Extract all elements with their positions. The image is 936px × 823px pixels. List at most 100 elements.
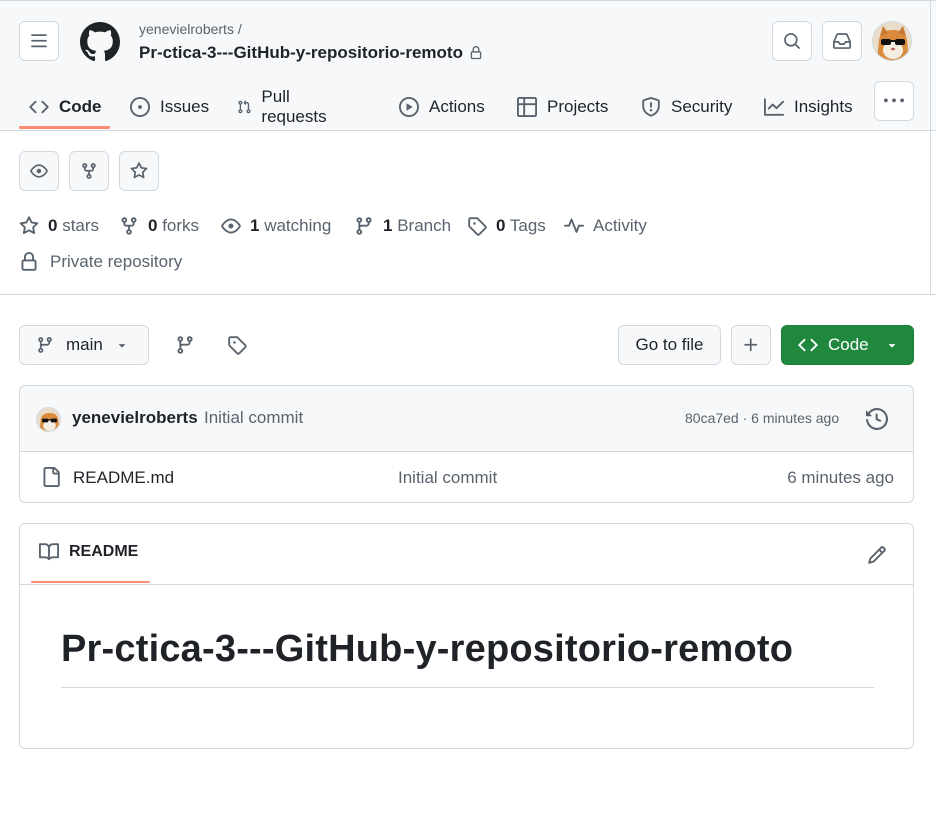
tags-button[interactable] [225, 333, 249, 357]
cat-avatar-icon [37, 408, 60, 431]
triangle-down-icon [118, 344, 126, 348]
lock-icon [21, 252, 37, 271]
top-border [0, 0, 936, 1]
star-button[interactable] [119, 151, 159, 191]
edit-readme-button[interactable] [865, 543, 889, 567]
tab-insights[interactable]: Insights [764, 84, 853, 130]
readme-tab[interactable]: README [39, 542, 138, 562]
code-button-label: Code [828, 335, 869, 354]
play-icon [399, 97, 419, 117]
branch-count: 1 [383, 216, 393, 235]
repo-forked-icon [82, 163, 96, 179]
private-label: Private repository [50, 252, 183, 271]
commit-author-avatar[interactable] [36, 407, 61, 432]
window-edge [930, 0, 931, 295]
git-branch-icon [356, 217, 372, 235]
tab-label: Projects [547, 97, 609, 116]
star-icon [130, 162, 148, 179]
search-icon [784, 33, 800, 49]
book-icon [39, 543, 59, 561]
github-logo-icon[interactable] [80, 22, 120, 62]
activity-label: Activity [593, 216, 647, 235]
watching-link[interactable]: 1 watching [221, 212, 331, 240]
watching-label: watching [264, 216, 332, 235]
tags-link[interactable]: 0 Tags [467, 212, 546, 240]
tab-label: Issues [160, 97, 210, 116]
tab-pull-requests[interactable]: Pull requests [237, 84, 332, 130]
file-icon [40, 466, 62, 488]
tab-projects[interactable]: Projects [517, 84, 608, 130]
code-icon [798, 338, 818, 352]
git-branch-icon [177, 336, 193, 354]
branch-label: Branch [397, 216, 452, 235]
forks-count: 0 [148, 216, 158, 235]
file-name-link[interactable]: README.md [73, 468, 174, 488]
tab-security[interactable]: Security [641, 84, 732, 130]
repo-forked-icon [121, 217, 137, 235]
commit-sha-time[interactable]: 80ca7ed · 6 minutes ago [685, 410, 839, 426]
tab-label: Actions [429, 97, 485, 116]
readme-heading: Pr-ctica-3---GitHub-y-repositorio-remoto [61, 628, 794, 670]
readme-panel: README Pr-ctica-3---GitHub-y-repositorio… [19, 523, 914, 749]
watch-button[interactable] [19, 151, 59, 191]
latest-commit-bar: yenevielroberts Initial commit 80ca7ed ·… [20, 386, 913, 452]
tab-actions[interactable]: Actions [399, 84, 485, 130]
repo-name-link[interactable]: Pr-ctica-3---GitHub-y-repositorio-remoto [139, 43, 463, 63]
star-icon [19, 216, 39, 235]
activity-link[interactable]: Activity [564, 212, 647, 240]
heading-rule [61, 687, 874, 688]
branch-name: main [66, 335, 103, 354]
commit-message[interactable]: Initial commit [204, 408, 303, 428]
branches-button[interactable] [173, 333, 197, 357]
inbox-button[interactable] [822, 21, 862, 61]
forks-link[interactable]: 0 forks [119, 212, 199, 240]
shield-icon [642, 97, 660, 117]
go-to-file-button[interactable]: Go to file [618, 325, 721, 365]
tab-label: Insights [794, 97, 853, 116]
lock-icon [470, 46, 482, 60]
eye-icon [30, 164, 48, 178]
menu-button[interactable] [19, 21, 59, 61]
stars-link[interactable]: 0 stars [19, 212, 99, 240]
stars-count: 0 [48, 216, 58, 235]
tab-label: Security [671, 97, 733, 116]
pencil-icon [868, 546, 886, 564]
file-commit-link[interactable]: Initial commit [398, 468, 497, 488]
code-dropdown-button[interactable]: Code [781, 325, 914, 365]
readme-header: README [20, 524, 913, 585]
plus-icon [744, 338, 758, 352]
inbox-icon [833, 33, 851, 49]
triangle-down-icon [888, 344, 895, 348]
search-button[interactable] [772, 21, 812, 61]
readme-tab-indicator [31, 581, 150, 583]
eye-icon [221, 218, 241, 234]
tab-code[interactable]: Code [29, 84, 102, 130]
table-row[interactable]: README.md Initial commit 6 minutes ago [20, 452, 913, 502]
tab-label: Code [59, 97, 102, 116]
table-icon [517, 97, 537, 117]
tags-count: 0 [496, 216, 506, 235]
watching-count: 1 [250, 216, 260, 235]
active-tab-indicator [19, 126, 110, 129]
add-file-button[interactable] [731, 325, 771, 365]
code-icon [29, 100, 49, 114]
tab-issues[interactable]: Issues [130, 84, 209, 130]
fork-button[interactable] [69, 151, 109, 191]
branch-selector[interactable]: main [19, 325, 149, 365]
more-tabs-button[interactable] [874, 81, 914, 121]
commit-author[interactable]: yenevielroberts [72, 408, 198, 428]
file-age: 6 minutes ago [787, 468, 894, 487]
issue-opened-icon [130, 97, 150, 117]
repo-title[interactable]: Pr-ctica-3---GitHub-y-repositorio-remoto [139, 43, 483, 63]
git-pull-request-icon [238, 100, 251, 114]
tab-label: Pull requests [261, 87, 327, 126]
repo-owner-link[interactable]: yenevielroberts / [139, 21, 242, 37]
tag-icon [228, 336, 247, 355]
kebab-horizontal-icon [884, 98, 904, 103]
readme-tab-label: README [69, 543, 139, 560]
user-avatar[interactable] [872, 21, 912, 61]
graph-icon [764, 98, 784, 116]
history-button[interactable] [865, 407, 889, 431]
file-icon [43, 467, 60, 487]
branches-link[interactable]: 1 Branch [354, 212, 451, 240]
